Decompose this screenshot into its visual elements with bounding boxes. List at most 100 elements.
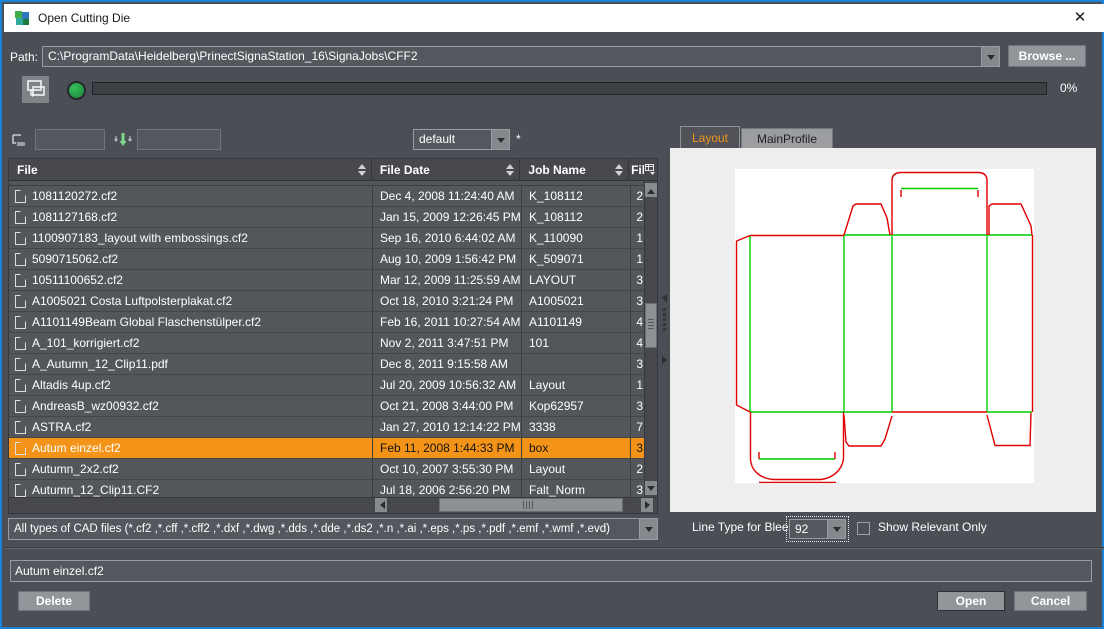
file-date: Jul 18, 2006 2:56:20 PM bbox=[373, 480, 522, 497]
scroll-down-icon[interactable] bbox=[645, 481, 657, 495]
progress-bar bbox=[92, 82, 1047, 95]
file-name: A_Autumn_12_Clip11.pdf bbox=[32, 354, 168, 374]
scroll-up-icon[interactable] bbox=[645, 183, 657, 197]
file-date: Feb 16, 2011 10:27:54 AM bbox=[373, 312, 522, 332]
job-name: K_108112 bbox=[522, 207, 631, 227]
path-combobox[interactable]: C:\ProgramData\Heidelberg\PrinectSignaSt… bbox=[42, 46, 1000, 67]
file-date: Nov 2, 2011 3:47:51 PM bbox=[373, 333, 522, 353]
preset-modified-marker: * bbox=[516, 129, 521, 150]
file-name: ASTRA.cf2 bbox=[32, 417, 91, 437]
preset-dropdown-icon[interactable] bbox=[491, 130, 509, 149]
tab-mainprofile[interactable]: MainProfile bbox=[741, 128, 833, 148]
job-name: Falt_Norm bbox=[522, 480, 631, 497]
file-type-combobox[interactable]: All types of CAD files (*.cf2 ,*.cff ,*.… bbox=[8, 518, 658, 540]
table-row[interactable]: 10511100652.cf2 Mar 12, 2009 11:25:59 AM… bbox=[9, 270, 646, 291]
bleed-label: Line Type for Bleed: bbox=[692, 520, 799, 534]
show-relevant-checkbox[interactable] bbox=[857, 522, 870, 535]
file-date: Oct 18, 2010 3:21:24 PM bbox=[373, 291, 522, 311]
file-date: Feb 11, 2008 1:44:33 PM bbox=[373, 438, 522, 458]
table-vertical-scrollbar[interactable] bbox=[644, 181, 657, 497]
job-name: box bbox=[522, 438, 631, 458]
delete-button[interactable]: Delete bbox=[18, 591, 90, 611]
file-icon bbox=[15, 400, 26, 413]
sort-icons[interactable] bbox=[615, 164, 626, 176]
preview-pane bbox=[670, 148, 1096, 512]
bleed-bar: Line Type for Bleed: 92 Show Relevant On… bbox=[670, 512, 1096, 546]
file-icon bbox=[15, 232, 26, 245]
job-name: 3338 bbox=[522, 417, 631, 437]
sort-icons[interactable] bbox=[358, 164, 369, 176]
file-name: 10511100652.cf2 bbox=[32, 270, 123, 290]
table-row[interactable]: AndreasB_wz00932.cf2 Oct 21, 2008 3:44:0… bbox=[9, 396, 646, 417]
column-picker-icon bbox=[645, 164, 656, 175]
column-picker-button[interactable] bbox=[644, 159, 657, 180]
file-icon bbox=[15, 421, 26, 434]
file-name: 1081127168.cf2 bbox=[32, 207, 117, 227]
job-name: K_108112 bbox=[522, 186, 631, 206]
column-header-file[interactable]: File bbox=[9, 159, 372, 180]
panel-splitter[interactable] bbox=[659, 158, 670, 514]
table-row[interactable]: Autumn_12_Clip11.CF2 Jul 18, 2006 2:56:2… bbox=[9, 480, 646, 497]
file-date: Mar 12, 2009 11:25:59 AM bbox=[373, 270, 522, 290]
file-icon bbox=[15, 463, 26, 476]
job-name: A1101149 bbox=[522, 312, 631, 332]
preview-toggle-button[interactable] bbox=[22, 76, 49, 103]
table-row[interactable]: A_101_korrigiert.cf2 Nov 2, 2011 3:47:51… bbox=[9, 333, 646, 354]
job-name: Kop62957 bbox=[522, 396, 631, 416]
bleed-value: 92 bbox=[790, 520, 827, 538]
tab-layout[interactable]: Layout bbox=[680, 126, 740, 148]
bleed-dropdown-icon[interactable] bbox=[827, 520, 845, 538]
horizontal-scroll-thumb[interactable] bbox=[439, 498, 623, 512]
table-row[interactable]: ASTRA.cf2 Jan 27, 2010 12:14:22 PM 3338 … bbox=[9, 417, 646, 438]
table-row[interactable]: Altadis 4up.cf2 Jul 20, 2009 10:56:32 AM… bbox=[9, 375, 646, 396]
file-type-dropdown-icon[interactable] bbox=[639, 519, 657, 539]
file-name: 1081120272.cf2 bbox=[32, 186, 117, 206]
scroll-left-icon[interactable] bbox=[375, 498, 387, 512]
scroll-right-icon[interactable] bbox=[641, 498, 653, 512]
table-row[interactable]: A_Autumn_12_Clip11.pdf Dec 8, 2011 9:15:… bbox=[9, 354, 646, 375]
table-row[interactable]: A1101149Beam Global Flaschenstülper.cf2 … bbox=[9, 312, 646, 333]
job-name: Layout bbox=[522, 459, 631, 479]
bleed-combobox[interactable]: 92 bbox=[789, 519, 846, 539]
file-date: Oct 21, 2008 3:44:00 PM bbox=[373, 396, 522, 416]
table-row[interactable]: 1081120272.cf2 Dec 4, 2008 11:24:40 AM K… bbox=[9, 186, 646, 207]
file-name: A_101_korrigiert.cf2 bbox=[32, 333, 139, 353]
table-row[interactable]: Autumn_2x2.cf2 Oct 10, 2007 3:55:30 PM L… bbox=[9, 459, 646, 480]
table-row[interactable]: A1005021 Costa Luftpolsterplakat.cf2 Oct… bbox=[9, 291, 646, 312]
table-horizontal-scrollbar[interactable] bbox=[9, 497, 657, 513]
cancel-button[interactable]: Cancel bbox=[1014, 591, 1087, 611]
column-header-files[interactable]: Fil bbox=[629, 159, 644, 180]
column-header-job-name[interactable]: Job Name bbox=[520, 159, 629, 180]
file-filter-input[interactable] bbox=[35, 129, 105, 150]
sort-filter-input[interactable] bbox=[137, 129, 221, 150]
monitor-sync-icon bbox=[22, 76, 49, 103]
sort-icons[interactable] bbox=[506, 164, 517, 176]
path-dropdown-icon[interactable] bbox=[981, 47, 999, 66]
file-date: Dec 4, 2008 11:24:40 AM bbox=[373, 186, 522, 206]
file-icon bbox=[15, 316, 26, 329]
path-value: C:\ProgramData\Heidelberg\PrinectSignaSt… bbox=[43, 47, 981, 66]
table-row[interactable]: Autum einzel.cf2 Feb 11, 2008 1:44:33 PM… bbox=[9, 438, 646, 459]
collapse-left-icon[interactable] bbox=[662, 294, 667, 302]
status-led-icon bbox=[67, 81, 86, 100]
close-icon[interactable]: ✕ bbox=[1066, 4, 1094, 32]
file-name: Autumn_2x2.cf2 bbox=[32, 459, 119, 479]
browse-button[interactable]: Browse ... bbox=[1008, 45, 1086, 67]
table-body: 1081120272.cf2 Dec 4, 2008 11:24:40 AM K… bbox=[9, 181, 657, 497]
open-button[interactable]: Open bbox=[937, 591, 1005, 611]
splitter-grip[interactable] bbox=[663, 308, 666, 331]
table-row[interactable]: 5090715062.cf2 Aug 10, 2009 1:56:42 PM K… bbox=[9, 249, 646, 270]
file-name: 1100907183_layout with embossings.cf2 bbox=[32, 228, 248, 248]
job-name: A1005021 bbox=[522, 291, 631, 311]
job-name: K_110090 bbox=[522, 228, 631, 248]
column-header-file-date[interactable]: File Date bbox=[372, 159, 521, 180]
filename-input[interactable]: Autum einzel.cf2 bbox=[10, 560, 1092, 582]
open-cutting-die-dialog: Open Cutting Die ✕ Path: C:\ProgramData\… bbox=[0, 0, 1104, 629]
collapse-right-icon[interactable] bbox=[662, 356, 667, 364]
path-label: Path: bbox=[10, 47, 38, 68]
file-name: A1101149Beam Global Flaschenstülper.cf2 bbox=[32, 312, 261, 332]
table-row[interactable]: 1081127168.cf2 Jan 15, 2009 12:26:45 PM … bbox=[9, 207, 646, 228]
table-row[interactable]: 1100907183_layout with embossings.cf2 Se… bbox=[9, 228, 646, 249]
preset-combobox[interactable]: default bbox=[413, 129, 510, 150]
vertical-scroll-thumb[interactable] bbox=[645, 303, 657, 348]
